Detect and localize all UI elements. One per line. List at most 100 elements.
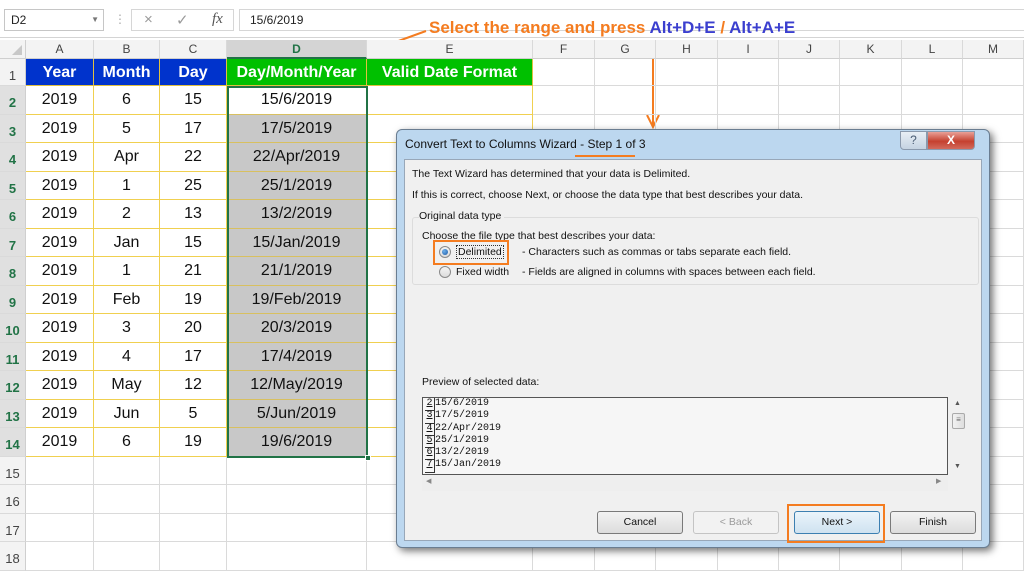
table-cell[interactable]: 1: [94, 257, 160, 286]
table-cell[interactable]: 2019: [26, 86, 94, 115]
row-header-7[interactable]: 7: [0, 229, 26, 257]
cell[interactable]: [160, 542, 227, 571]
column-header-f[interactable]: F: [533, 40, 595, 59]
table-cell[interactable]: 17/5/2019: [227, 115, 367, 143]
cell[interactable]: [160, 457, 227, 485]
table-header-day[interactable]: Day: [160, 59, 227, 86]
table-cell[interactable]: 15: [160, 229, 227, 257]
row-header-5[interactable]: 5: [0, 172, 26, 200]
scroll-up-icon[interactable]: ▲: [954, 400, 961, 407]
column-header-d[interactable]: D: [227, 40, 367, 59]
row-header-18[interactable]: 18: [0, 542, 26, 571]
column-header-b[interactable]: B: [94, 40, 160, 59]
cell[interactable]: [26, 485, 94, 514]
cell[interactable]: [963, 59, 1024, 86]
table-cell-valid-date[interactable]: [367, 86, 533, 115]
table-cell[interactable]: 15/6/2019: [227, 86, 367, 115]
cell[interactable]: [840, 59, 902, 86]
table-cell[interactable]: Jan: [94, 229, 160, 257]
table-cell[interactable]: 2019: [26, 229, 94, 257]
table-cell[interactable]: 12: [160, 371, 227, 400]
table-cell[interactable]: 12/May/2019: [227, 371, 367, 400]
column-header-h[interactable]: H: [656, 40, 718, 59]
cell[interactable]: [26, 514, 94, 542]
table-cell[interactable]: 5: [160, 400, 227, 428]
table-cell[interactable]: 2019: [26, 257, 94, 286]
table-cell[interactable]: 2019: [26, 343, 94, 371]
preview-vertical-scrollbar[interactable]: ▲ ≡ ▼: [950, 397, 966, 475]
table-cell[interactable]: 2019: [26, 400, 94, 428]
drag-handle-icon[interactable]: ⋮: [114, 12, 126, 26]
check-icon[interactable]: ✓: [176, 11, 189, 29]
cell[interactable]: [718, 86, 779, 115]
fx-icon[interactable]: fx: [212, 11, 223, 28]
cell[interactable]: [227, 542, 367, 571]
table-cell[interactable]: 2019: [26, 143, 94, 172]
table-cell[interactable]: 2019: [26, 428, 94, 457]
row-header-11[interactable]: 11: [0, 343, 26, 371]
row-header-6[interactable]: 6: [0, 200, 26, 229]
table-cell[interactable]: 19/Feb/2019: [227, 286, 367, 314]
cell[interactable]: [160, 485, 227, 514]
table-cell[interactable]: 17/4/2019: [227, 343, 367, 371]
table-cell[interactable]: 25: [160, 172, 227, 200]
cell[interactable]: [94, 542, 160, 571]
cell[interactable]: [779, 59, 840, 86]
table-cell[interactable]: 25/1/2019: [227, 172, 367, 200]
cell[interactable]: [779, 86, 840, 115]
table-cell[interactable]: 17: [160, 343, 227, 371]
option-fixed-width-label[interactable]: Fixed width: [456, 266, 509, 278]
cell[interactable]: [840, 86, 902, 115]
table-cell[interactable]: 2019: [26, 115, 94, 143]
fill-handle[interactable]: [365, 455, 371, 461]
column-header-i[interactable]: I: [718, 40, 779, 59]
table-header-day-month-year[interactable]: Day/Month/Year: [227, 59, 367, 86]
row-header-15[interactable]: 15: [0, 457, 26, 485]
cell[interactable]: [902, 59, 963, 86]
table-cell[interactable]: 4: [94, 343, 160, 371]
table-cell[interactable]: 2019: [26, 314, 94, 343]
table-cell[interactable]: 2019: [26, 286, 94, 314]
cell[interactable]: [595, 86, 656, 115]
column-header-j[interactable]: J: [779, 40, 840, 59]
table-cell[interactable]: Jun: [94, 400, 160, 428]
table-cell[interactable]: 2019: [26, 371, 94, 400]
row-header-17[interactable]: 17: [0, 514, 26, 542]
table-cell[interactable]: 3: [94, 314, 160, 343]
scroll-left-icon[interactable]: ◀: [426, 477, 431, 485]
table-cell[interactable]: Apr: [94, 143, 160, 172]
table-cell[interactable]: 21: [160, 257, 227, 286]
close-button[interactable]: X: [927, 131, 975, 150]
table-cell[interactable]: 22: [160, 143, 227, 172]
table-header-valid-date-format[interactable]: Valid Date Format: [367, 59, 533, 86]
name-box[interactable]: D2 ▼: [4, 9, 104, 31]
table-cell[interactable]: 15: [160, 86, 227, 115]
table-cell[interactable]: 5: [94, 115, 160, 143]
column-header-g[interactable]: G: [595, 40, 656, 59]
cell[interactable]: [533, 86, 595, 115]
table-cell[interactable]: Feb: [94, 286, 160, 314]
finish-button[interactable]: Finish: [890, 511, 976, 534]
cell[interactable]: [595, 59, 656, 86]
table-cell[interactable]: 19: [160, 428, 227, 457]
cell[interactable]: [94, 514, 160, 542]
cell[interactable]: [94, 457, 160, 485]
column-header-e[interactable]: E: [367, 40, 533, 59]
chevron-down-icon[interactable]: ▼: [91, 10, 99, 30]
table-cell[interactable]: 5/Jun/2019: [227, 400, 367, 428]
row-header-4[interactable]: 4: [0, 143, 26, 172]
table-header-month[interactable]: Month: [94, 59, 160, 86]
cell[interactable]: [902, 86, 963, 115]
table-cell[interactable]: 2019: [26, 172, 94, 200]
table-cell[interactable]: 19: [160, 286, 227, 314]
column-header-c[interactable]: C: [160, 40, 227, 59]
cell[interactable]: [656, 59, 718, 86]
row-header-2[interactable]: 2: [0, 86, 26, 115]
row-header-9[interactable]: 9: [0, 286, 26, 314]
column-header-a[interactable]: A: [26, 40, 94, 59]
cell[interactable]: [963, 86, 1024, 115]
select-all-corner[interactable]: [0, 40, 26, 59]
radio-fixed-width[interactable]: [439, 266, 451, 278]
cell[interactable]: [26, 542, 94, 571]
back-button[interactable]: < Back: [693, 511, 779, 534]
